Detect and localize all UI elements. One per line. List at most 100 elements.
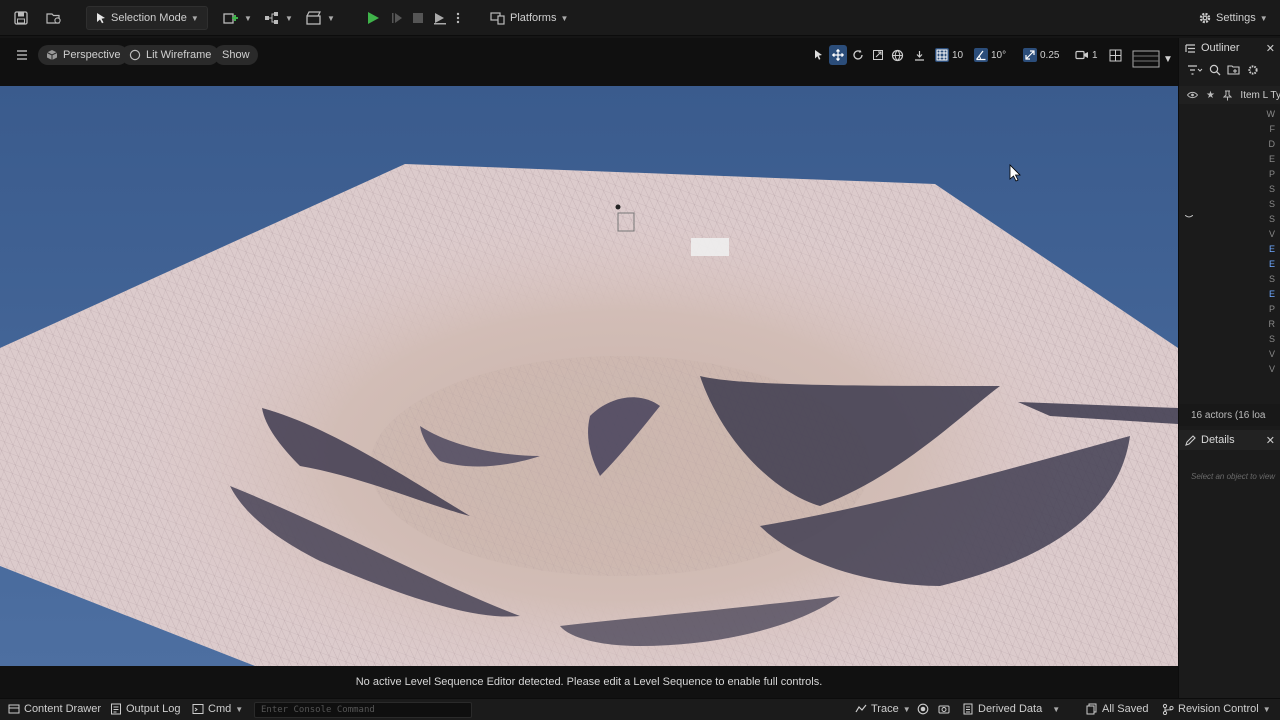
show-button[interactable]: Show xyxy=(214,45,258,65)
selection-mode-dropdown[interactable]: Selection Mode ▼ xyxy=(86,6,208,30)
outliner-row[interactable]: P xyxy=(1179,301,1280,316)
outliner-row[interactable]: P xyxy=(1179,166,1280,181)
perspective-button[interactable]: Perspective xyxy=(38,45,129,65)
collapse-icon[interactable] xyxy=(1185,215,1193,219)
details-title: Details xyxy=(1201,434,1235,446)
output-log-button[interactable]: Output Log xyxy=(110,703,180,715)
outliner-row[interactable]: S xyxy=(1179,331,1280,346)
close-icon[interactable]: ✕ xyxy=(1266,42,1275,55)
scale-tool-button[interactable] xyxy=(869,45,887,65)
add-folder-icon[interactable] xyxy=(1227,64,1241,76)
outliner-row[interactable]: V xyxy=(1179,361,1280,376)
rotation-snap-button[interactable]: 10° xyxy=(971,45,1009,65)
chevron-down-icon: ▼ xyxy=(190,13,199,23)
derived-data-button[interactable]: Derived Data ▼ xyxy=(962,703,1060,715)
star-icon[interactable]: ★ xyxy=(1206,90,1215,101)
viewport-toolbar: Perspective Lit Wireframe Show 10 10° 0.… xyxy=(0,38,1178,86)
grid-icon xyxy=(935,48,949,62)
outliner-settings-icon[interactable] xyxy=(1247,64,1259,76)
eject-button[interactable] xyxy=(428,6,452,30)
browse-level-icon[interactable] xyxy=(42,6,66,30)
viewport-layout-button[interactable]: ▼ xyxy=(1129,49,1176,69)
settings-button[interactable]: Settings ▼ xyxy=(1194,6,1272,30)
search-icon[interactable] xyxy=(1209,64,1221,76)
cinematics-button[interactable]: ▼ xyxy=(301,6,339,30)
cursor-icon xyxy=(97,13,105,24)
view-mode-button[interactable]: Lit Wireframe xyxy=(121,45,220,65)
outliner-row[interactable]: W xyxy=(1179,106,1280,121)
blueprint-button[interactable]: ▼ xyxy=(259,6,297,30)
advance-frame-button[interactable] xyxy=(386,6,408,30)
all-saved-button[interactable]: All Saved xyxy=(1086,703,1148,715)
viewport-menu-button[interactable] xyxy=(15,48,29,62)
outliner-row[interactable]: E xyxy=(1179,256,1280,271)
filter-icon[interactable] xyxy=(1187,64,1203,76)
actor-count: 16 actors (16 loa xyxy=(1191,409,1266,421)
move-tool-button[interactable] xyxy=(829,45,847,65)
platforms-button[interactable]: Platforms ▼ xyxy=(486,6,572,30)
sequence-message-bar: No active Level Sequence Editor detected… xyxy=(0,666,1178,698)
outliner-icon xyxy=(1185,43,1195,53)
outliner-row-label: R xyxy=(1268,318,1276,329)
stop-button[interactable] xyxy=(407,6,429,30)
eye-icon[interactable] xyxy=(1187,91,1198,99)
outliner-row-label: F xyxy=(1269,123,1276,134)
platforms-label: Platforms xyxy=(510,12,557,24)
select-tool-button[interactable] xyxy=(809,45,827,65)
outliner-row[interactable]: S xyxy=(1179,271,1280,286)
outliner-row[interactable]: S xyxy=(1179,196,1280,211)
outliner-row[interactable]: V xyxy=(1179,226,1280,241)
settings-label: Settings xyxy=(1216,12,1256,24)
record-button[interactable] xyxy=(917,703,929,715)
outliner-tab[interactable]: Outliner ✕ xyxy=(1179,38,1280,58)
world-local-toggle[interactable] xyxy=(888,45,907,65)
pin-icon[interactable] xyxy=(1222,90,1232,101)
add-content-button[interactable]: ▼ xyxy=(218,6,256,30)
add-cube-icon xyxy=(223,13,238,24)
save-icon[interactable] xyxy=(10,6,32,30)
rotate-tool-button[interactable] xyxy=(849,45,867,65)
revision-control-button[interactable]: Revision Control ▼ xyxy=(1162,703,1271,715)
show-label: Show xyxy=(222,49,250,61)
outliner-row[interactable]: E xyxy=(1179,151,1280,166)
close-icon[interactable]: ✕ xyxy=(1266,434,1275,447)
cursor-icon xyxy=(815,50,822,60)
outliner-row[interactable]: V xyxy=(1179,346,1280,361)
outliner-row-label: V xyxy=(1268,363,1275,374)
angle-icon xyxy=(974,48,988,62)
grid-snap-button[interactable]: 10 xyxy=(932,45,966,65)
gear-icon xyxy=(1199,12,1211,24)
cmd-dropdown[interactable]: Cmd ▼ xyxy=(192,703,243,715)
chevron-down-icon: ▼ xyxy=(1052,704,1061,714)
camera-speed-value: 1 xyxy=(1092,49,1098,61)
scale-icon xyxy=(873,50,883,60)
view-mode-circle-icon xyxy=(129,49,141,61)
chevron-down-icon: ▼ xyxy=(560,13,569,23)
maximize-viewport-button[interactable] xyxy=(1106,45,1125,65)
details-tab[interactable]: Details ✕ xyxy=(1179,430,1280,450)
outliner-row[interactable]: R xyxy=(1179,316,1280,331)
outliner-row[interactable]: D xyxy=(1179,136,1280,151)
outliner-column-label: Item L Ty xyxy=(1240,89,1280,101)
trace-button[interactable]: Trace ▼ xyxy=(855,703,911,715)
content-drawer-button[interactable]: Content Drawer xyxy=(8,703,101,715)
outliner-row[interactable]: E xyxy=(1179,286,1280,301)
revision-control-icon xyxy=(1162,703,1174,715)
play-button[interactable] xyxy=(362,6,384,30)
level-viewport[interactable] xyxy=(0,86,1178,666)
surface-snap-toggle[interactable] xyxy=(910,45,929,65)
outliner-row[interactable]: S xyxy=(1179,211,1280,226)
outliner-row[interactable]: F xyxy=(1179,121,1280,136)
camera-speed-button[interactable]: 1 xyxy=(1072,45,1101,65)
play-options-button[interactable] xyxy=(451,6,465,30)
record-icon xyxy=(917,703,929,715)
snapshot-button[interactable] xyxy=(938,703,950,715)
outliner-row-label: S xyxy=(1268,273,1275,284)
outliner-row[interactable]: S xyxy=(1179,181,1280,196)
scale-snap-button[interactable]: 0.25 xyxy=(1020,45,1062,65)
blueprint-icon xyxy=(265,12,278,24)
perspective-cube-icon xyxy=(46,50,58,60)
stop-icon xyxy=(413,13,423,23)
console-input[interactable]: Enter Console Command xyxy=(254,702,472,718)
outliner-row[interactable]: E xyxy=(1179,241,1280,256)
